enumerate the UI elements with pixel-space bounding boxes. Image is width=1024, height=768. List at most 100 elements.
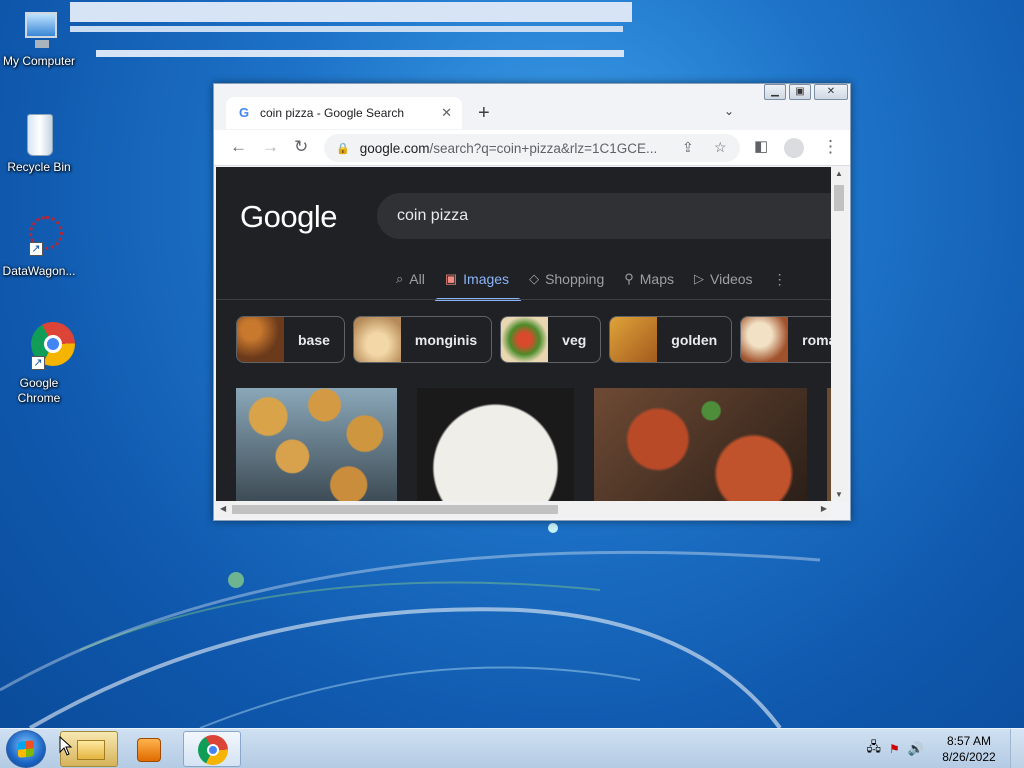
- chip-thumbnail: [353, 317, 401, 362]
- chip-monginis[interactable]: monginis: [352, 316, 493, 363]
- minimize-button[interactable]: ▁: [764, 84, 786, 100]
- bookmark-star-icon[interactable]: ☆: [714, 139, 727, 156]
- system-tray: 🖧 ⚑ 🔊 8:57 AM 8/26/2022: [867, 729, 1024, 768]
- desktop-icon-google-chrome[interactable]: ↗ Google Chrome: [0, 320, 78, 406]
- profile-avatar-icon[interactable]: [784, 138, 804, 158]
- url-path: /search?q=coin+pizza&rlz=1C1GCE...: [429, 140, 658, 156]
- image-result[interactable]: [236, 388, 397, 501]
- scroll-up-arrow-icon[interactable]: ▲: [835, 169, 843, 178]
- volume-icon[interactable]: 🔊: [908, 741, 924, 757]
- tab-search-chevron-icon[interactable]: ⌄: [724, 104, 734, 118]
- window-controls: ▁ ▣ ✕: [761, 84, 848, 100]
- share-icon[interactable]: ⇪: [682, 139, 694, 156]
- browser-tab[interactable]: G coin pizza - Google Search ✕: [226, 97, 462, 129]
- shortcut-arrow-icon: ↗: [29, 242, 43, 256]
- tab-all[interactable]: ⌕ All: [396, 267, 425, 291]
- chrome-icon-center: [207, 744, 219, 756]
- chip-veg[interactable]: veg: [500, 316, 602, 363]
- tab-title: coin pizza - Google Search: [260, 106, 405, 120]
- chip-label: veg: [562, 331, 587, 348]
- desktop-icon-label: DataWagon...: [2, 264, 76, 278]
- tab-label: Videos: [710, 271, 753, 287]
- desktop-icon-label: My Computer: [2, 54, 76, 68]
- tab-images[interactable]: ▣ Images: [434, 267, 522, 301]
- back-button[interactable]: ←: [230, 137, 247, 157]
- horizontal-scrollbar[interactable]: ◀ ▶: [216, 501, 831, 518]
- vertical-scrollbar[interactable]: ▲ ▼: [831, 167, 848, 501]
- show-desktop-button[interactable]: [1010, 729, 1024, 768]
- video-icon: ▷: [694, 271, 704, 286]
- close-window-button[interactable]: ✕: [814, 84, 848, 100]
- action-center-flag-icon[interactable]: ⚑: [889, 742, 900, 756]
- tab-label: Images: [463, 271, 510, 287]
- taskbar: 🖧 ⚑ 🔊 8:57 AM 8/26/2022: [0, 728, 1024, 768]
- google-results-page: Google coin pizza ⌕ All ▣ Images ◇ Shopping…: [216, 167, 831, 501]
- scroll-left-arrow-icon[interactable]: ◀: [220, 504, 226, 513]
- browser-toolbar: ← → ↻ 🔒 google.com/search?q=coin+pizza&r…: [214, 130, 850, 166]
- image-result[interactable]: [594, 388, 807, 501]
- desktop-icon-label: Google Chrome: [17, 376, 61, 405]
- tab-label: All: [409, 271, 425, 287]
- tag-icon: ◇: [529, 271, 540, 286]
- close-tab-icon[interactable]: ✕: [441, 105, 452, 121]
- search-type-tabs: ⌕ All ▣ Images ◇ Shopping ⚲ Maps ▷ Videos ⋮: [396, 267, 807, 301]
- address-bar[interactable]: 🔒 google.com/search?q=coin+pizza&rlz=1C1…: [324, 134, 740, 162]
- chip-roman[interactable]: roman: [740, 316, 831, 363]
- search-input[interactable]: coin pizza: [377, 193, 831, 239]
- chip-label: golden: [671, 331, 718, 348]
- scrollbar-thumb[interactable]: [232, 505, 558, 514]
- screen-artifact: [70, 2, 632, 22]
- url-domain: google.com: [359, 140, 430, 156]
- forward-button[interactable]: →: [262, 137, 279, 157]
- image-result[interactable]: [417, 388, 574, 501]
- related-search-chips: base monginis veg golden roman: [236, 316, 831, 363]
- scroll-right-arrow-icon[interactable]: ▶: [821, 504, 827, 513]
- datawagon-icon: ↗: [15, 214, 63, 262]
- chip-thumbnail: [741, 317, 789, 362]
- tab-label: Maps: [639, 271, 674, 287]
- scroll-down-arrow-icon[interactable]: ▼: [835, 490, 843, 499]
- tab-maps[interactable]: ⚲ Maps: [624, 267, 674, 291]
- network-icon[interactable]: 🖧: [867, 738, 882, 760]
- divider: [216, 299, 831, 300]
- maximize-button[interactable]: ▣: [789, 84, 811, 100]
- google-logo[interactable]: Google: [240, 199, 337, 235]
- chip-thumbnail: [501, 317, 549, 362]
- folder-icon: [77, 740, 105, 760]
- clock-time: 8:57 AM: [946, 734, 992, 748]
- google-favicon-icon: G: [238, 105, 250, 120]
- clock-date: 8/26/2022: [942, 750, 996, 764]
- chrome-window[interactable]: ▁ ▣ ✕ G coin pizza - Google Search ✕ + ⌄…: [213, 83, 851, 521]
- shortcut-arrow-icon: ↗: [31, 356, 45, 370]
- chrome-icon: ↗: [15, 320, 75, 370]
- tab-label: Shopping: [545, 271, 605, 287]
- taskbar-chrome[interactable]: [183, 731, 241, 767]
- clock[interactable]: 8:57 AM 8/26/2022: [934, 733, 1004, 765]
- recycle-bin-icon: [15, 110, 63, 158]
- start-button[interactable]: [6, 730, 46, 768]
- chip-thumbnail: [610, 317, 658, 362]
- scrollbar-thumb[interactable]: [834, 185, 844, 211]
- screen-artifact: [96, 50, 624, 57]
- chip-label: roman: [802, 331, 831, 348]
- media-player-icon: [137, 738, 161, 762]
- side-panel-icon[interactable]: ◧: [754, 137, 768, 155]
- chip-base[interactable]: base: [236, 316, 345, 363]
- chip-golden[interactable]: golden: [609, 316, 733, 363]
- screen-artifact: [70, 26, 623, 32]
- mouse-cursor-icon: [59, 736, 73, 756]
- new-tab-button[interactable]: +: [478, 102, 490, 125]
- lock-icon: 🔒: [336, 142, 350, 155]
- desktop-icon-recycle-bin[interactable]: Recycle Bin: [0, 110, 78, 175]
- reload-button[interactable]: ↻: [294, 137, 308, 157]
- tab-videos[interactable]: ▷ Videos: [694, 267, 753, 291]
- desktop-icon-my-computer[interactable]: My Computer: [0, 8, 78, 69]
- chrome-menu-icon[interactable]: ⋮: [822, 137, 839, 157]
- desktop-icon-datawagon[interactable]: ↗ DataWagon...: [0, 214, 78, 279]
- taskbar-media-player[interactable]: [121, 731, 179, 767]
- map-pin-icon: ⚲: [624, 271, 634, 286]
- image-icon: ▣: [444, 271, 458, 286]
- more-options-icon[interactable]: ⋮: [773, 267, 787, 291]
- tab-shopping[interactable]: ◇ Shopping: [529, 267, 604, 291]
- computer-icon: [15, 8, 63, 52]
